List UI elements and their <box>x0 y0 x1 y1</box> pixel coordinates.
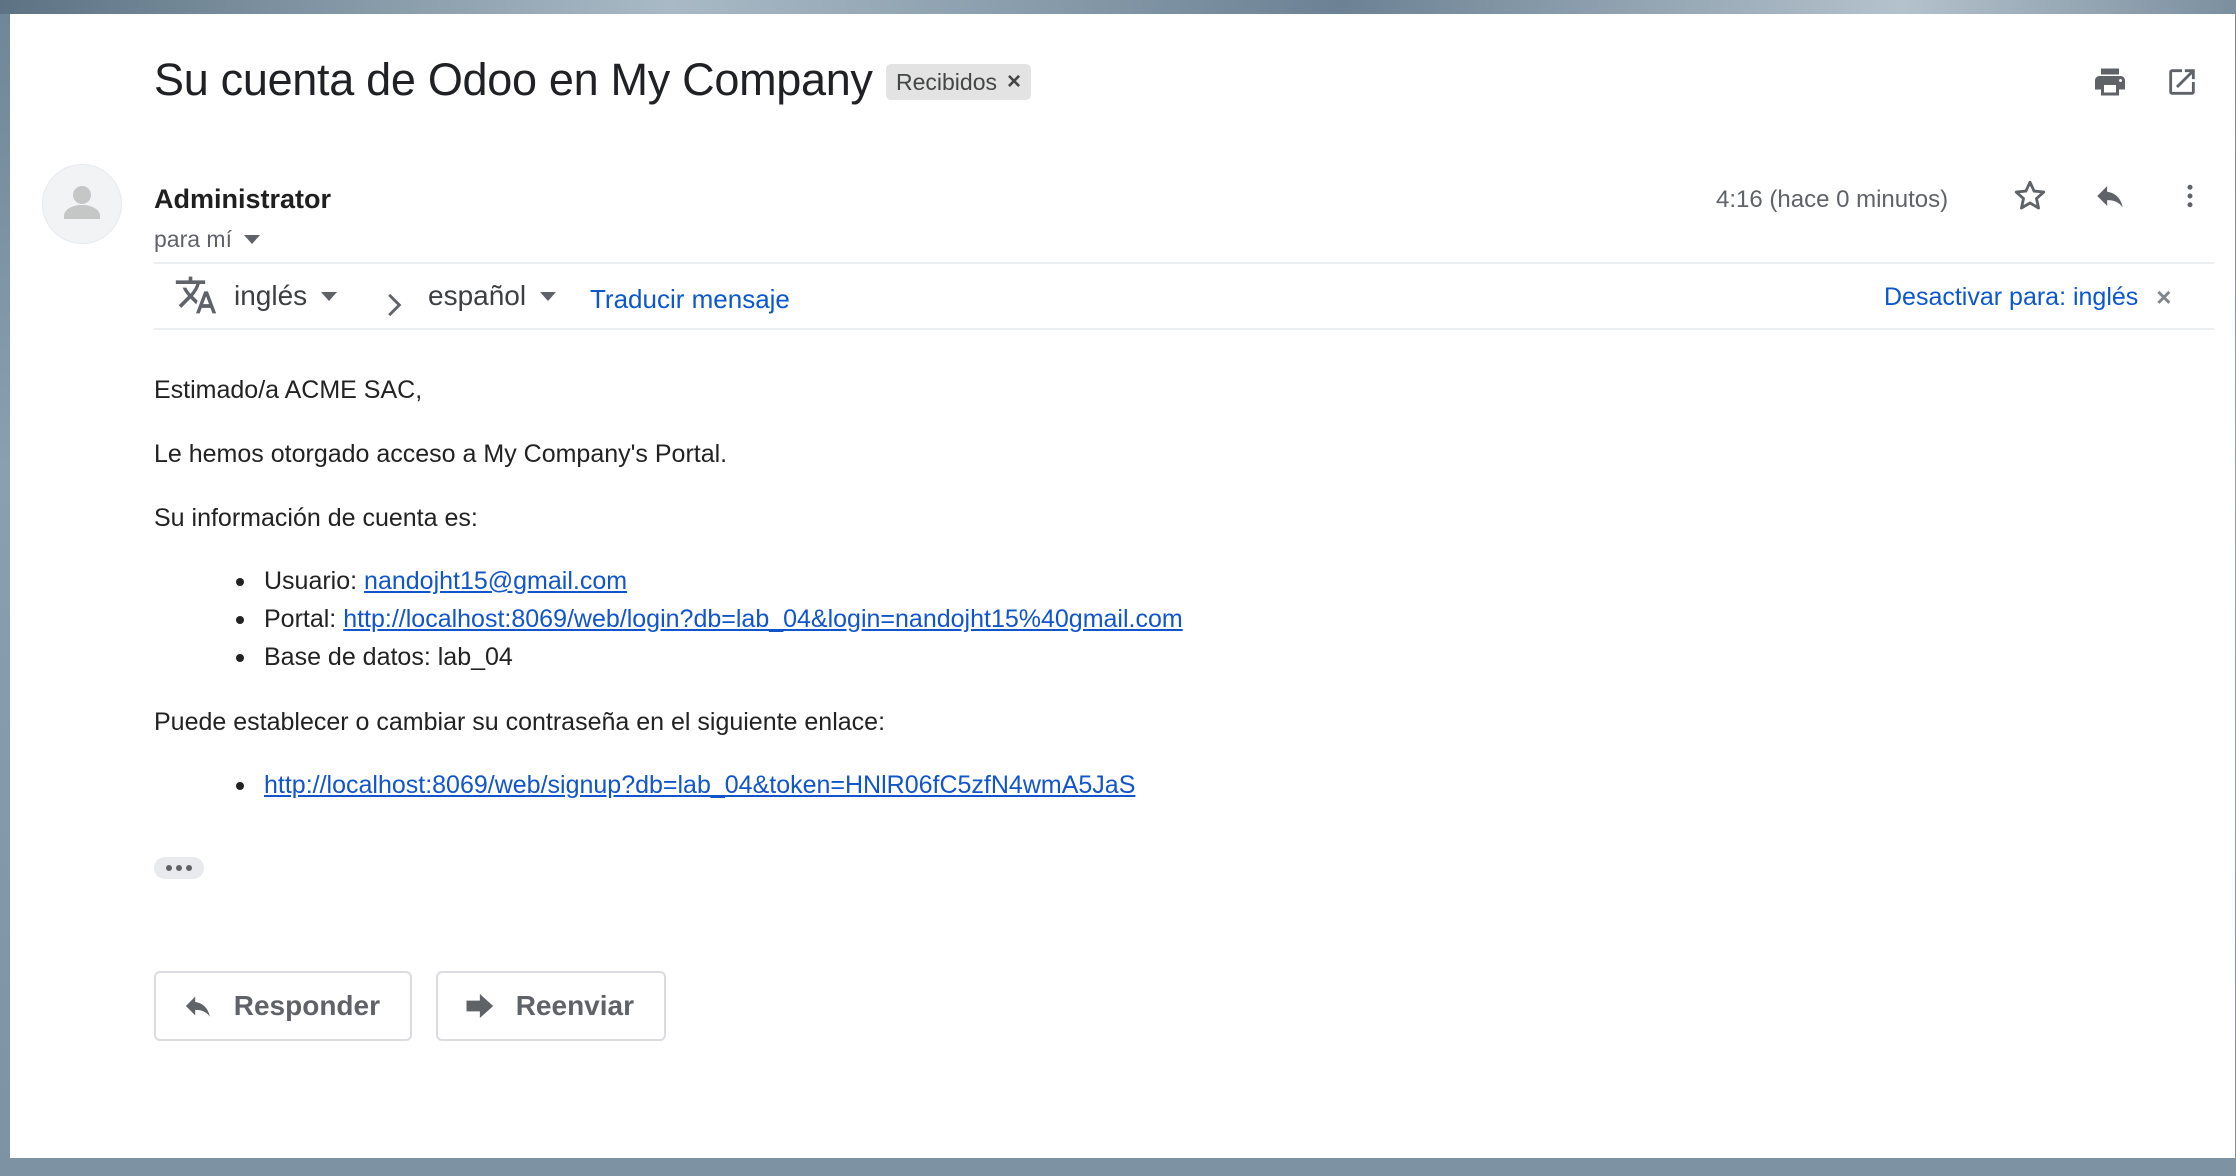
recipient-details-toggle[interactable]: para mí <box>154 226 260 253</box>
chevron-right-icon <box>386 292 404 323</box>
print-button[interactable] <box>2088 60 2132 104</box>
label-chip-inbox[interactable]: Recibidos × <box>886 64 1032 100</box>
reply-button[interactable] <box>2088 174 2132 218</box>
more-vertical-icon <box>2187 184 2193 208</box>
open-in-new-window-icon <box>2169 69 2195 95</box>
translate-bar-bottom-divider <box>154 328 2214 330</box>
sender-avatar <box>42 164 122 244</box>
email-view-panel: Su cuenta de Odoo en My Company Recibido… <box>10 14 2235 1158</box>
signup-link[interactable]: http://localhost:8069/web/signup?db=lab_… <box>264 771 1135 799</box>
chevron-down-icon <box>321 291 338 301</box>
sender-name: Administrator <box>154 184 332 214</box>
list-item: Usuario: nandojht15@gmail.com <box>236 562 1183 600</box>
ellipsis-dot <box>166 865 172 871</box>
print-icon <box>2095 68 2125 96</box>
email-subject: Su cuenta de Odoo en My Company <box>154 54 873 105</box>
star-button[interactable] <box>2008 174 2052 218</box>
username-label: Usuario: <box>264 567 365 595</box>
remove-label-icon[interactable]: × <box>1007 70 1021 94</box>
source-language-select[interactable]: inglés <box>234 280 338 312</box>
ellipsis-dot <box>176 865 182 871</box>
show-trimmed-content-button[interactable] <box>154 857 204 879</box>
message-password-intro: Puede establecer o cambiar su contraseña… <box>154 708 886 736</box>
list-item: Portal: http://localhost:8069/web/login?… <box>236 600 1183 638</box>
translate-icon <box>174 273 218 317</box>
message-greeting: Estimado/a ACME SAC, <box>154 376 423 404</box>
email-timestamp: 4:16 (hace 0 minutos) <box>1716 186 1949 213</box>
disable-translation-link[interactable]: Desactivar para: inglés <box>1884 283 2138 312</box>
translate-message-link[interactable]: Traducir mensaje <box>590 284 790 315</box>
reply-button-label: Responder <box>233 990 380 1021</box>
target-language-select[interactable]: español <box>428 280 557 312</box>
portal-label: Portal: <box>264 605 344 633</box>
list-item: http://localhost:8069/web/signup?db=lab_… <box>235 766 1135 804</box>
database-label: Base de datos: <box>264 643 438 671</box>
account-info-list: Usuario: nandojht15@gmail.com Portal: ht… <box>236 562 1183 676</box>
recipient-text: para mí <box>154 226 232 252</box>
translate-bar-top-divider <box>154 262 2214 264</box>
disable-translation-control: Desactivar para: inglés × <box>1884 282 2171 313</box>
ellipsis-dot <box>186 865 192 871</box>
forward-action-button[interactable]: Reenviar <box>436 971 666 1041</box>
signup-link-list: http://localhost:8069/web/signup?db=lab_… <box>235 766 1135 804</box>
window-top-strip <box>0 0 2236 14</box>
forward-button-label: Reenviar <box>515 990 634 1021</box>
reply-icon <box>2097 186 2123 208</box>
close-icon[interactable]: × <box>2156 282 2171 313</box>
reply-icon <box>185 996 210 1017</box>
forward-icon <box>466 994 494 1018</box>
chevron-down-icon <box>243 235 260 244</box>
more-options-button[interactable] <box>2170 174 2210 218</box>
list-item: Base de datos: lab_04 <box>236 638 1183 676</box>
reply-action-button[interactable]: Responder <box>154 971 412 1041</box>
label-chip-text: Recibidos <box>896 68 997 95</box>
default-avatar-icon <box>64 186 100 219</box>
open-in-new-window-button[interactable] <box>2160 60 2204 104</box>
database-value: lab_04 <box>437 643 513 671</box>
message-account-intro: Su información de cuenta es: <box>154 504 478 532</box>
source-language-value: inglés <box>234 280 308 311</box>
chevron-down-icon <box>540 291 557 301</box>
portal-login-link[interactable]: http://localhost:8069/web/login?db=lab_0… <box>343 605 1183 633</box>
star-icon <box>2014 180 2046 210</box>
message-access-line: Le hemos otorgado acceso a My Company's … <box>154 440 728 468</box>
target-language-value: español <box>428 280 527 311</box>
username-email-link[interactable]: nandojht15@gmail.com <box>364 567 627 595</box>
